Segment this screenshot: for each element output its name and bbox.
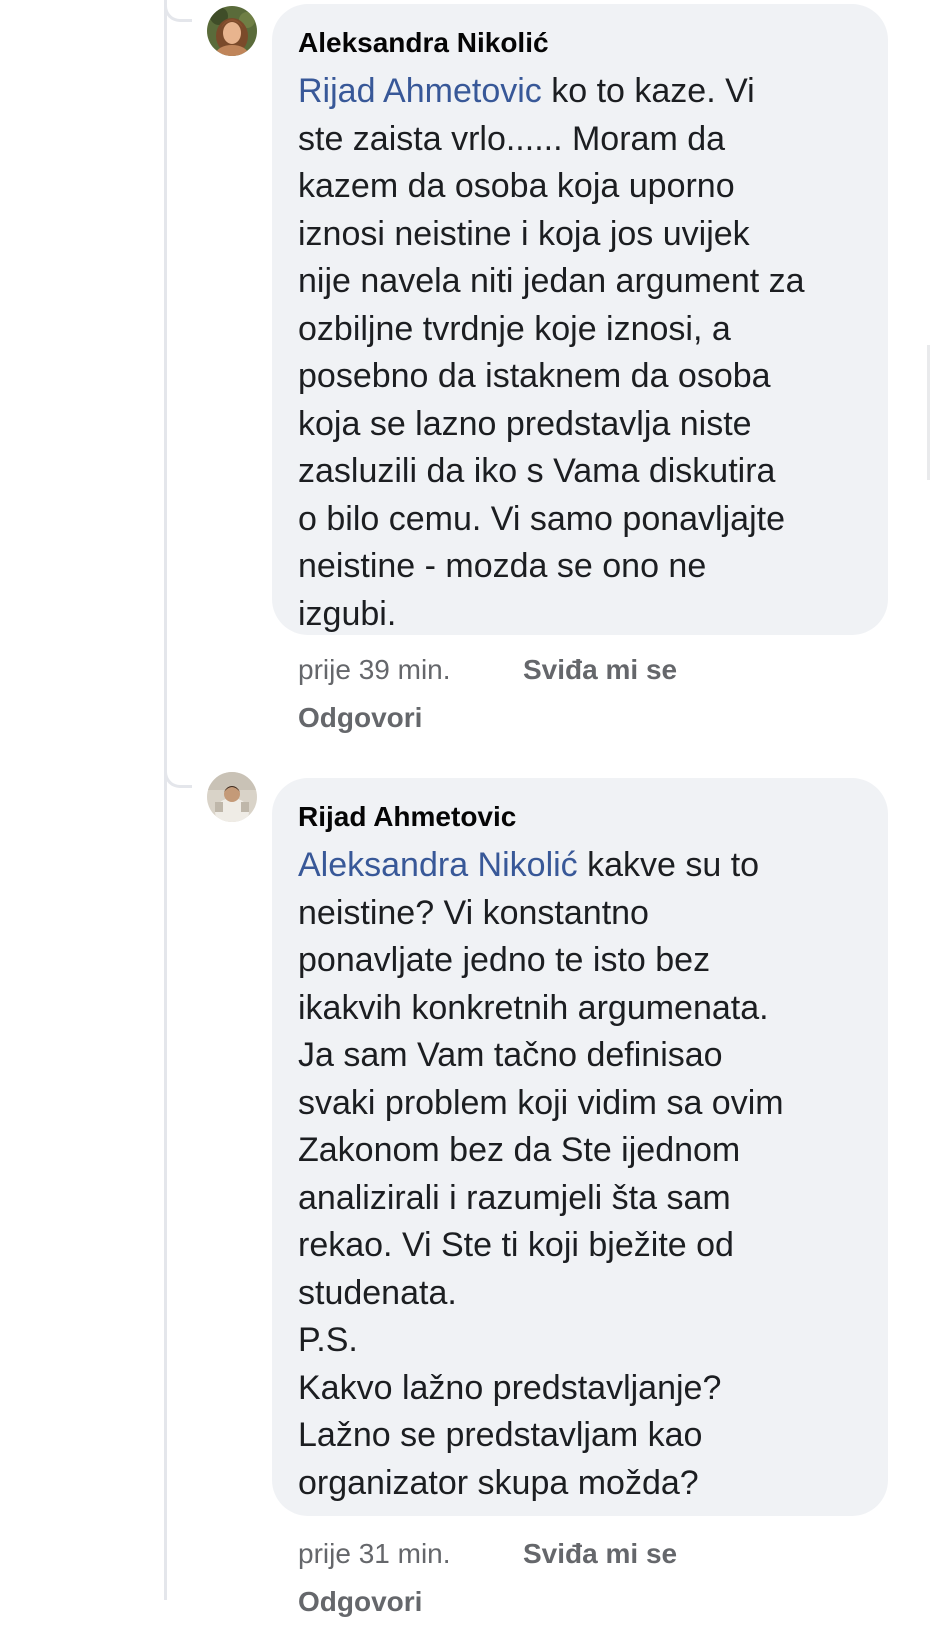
thread-line	[164, 0, 167, 1600]
user-photo-avatar-man-icon	[207, 772, 257, 822]
user-photo-avatar-woman-icon	[207, 6, 257, 56]
comment-text: ko to kaze. Vi ste zaista vrlo...... Mor…	[298, 72, 805, 633]
comment-body: Aleksandra Nikolić kakve su to neistine?…	[298, 842, 864, 1507]
reply-connector	[164, 0, 192, 22]
mention-link[interactable]: Aleksandra Nikolić	[298, 846, 578, 884]
reply-button[interactable]: Odgovori	[298, 1586, 422, 1617]
reply-button[interactable]: Odgovori	[298, 702, 422, 733]
comment-bubble: Aleksandra Nikolić Rijad Ahmetovic ko to…	[272, 4, 888, 635]
mention-link[interactable]: Rijad Ahmetovic	[298, 72, 542, 110]
comment-actions: prije 39 min. Sviđa mi se Odgovori	[298, 646, 677, 742]
avatar[interactable]	[207, 772, 257, 822]
comment-body: Rijad Ahmetovic ko to kaze. Vi ste zaist…	[298, 68, 864, 638]
comment-timestamp[interactable]: prije 31 min.	[298, 1530, 523, 1578]
like-button[interactable]: Sviđa mi se	[523, 654, 677, 685]
comment-author[interactable]: Rijad Ahmetovic	[298, 800, 864, 834]
comment-timestamp[interactable]: prije 39 min.	[298, 646, 523, 694]
avatar[interactable]	[207, 6, 257, 56]
comment-text: kakve su to neistine? Vi konstantno pona…	[298, 846, 784, 1502]
comment-author[interactable]: Aleksandra Nikolić	[298, 26, 864, 60]
comment-actions: prije 31 min. Sviđa mi se Odgovori	[298, 1530, 677, 1626]
reply-connector	[164, 766, 192, 788]
comment-bubble: Rijad Ahmetovic Aleksandra Nikolić kakve…	[272, 778, 888, 1516]
like-button[interactable]: Sviđa mi se	[523, 1538, 677, 1569]
